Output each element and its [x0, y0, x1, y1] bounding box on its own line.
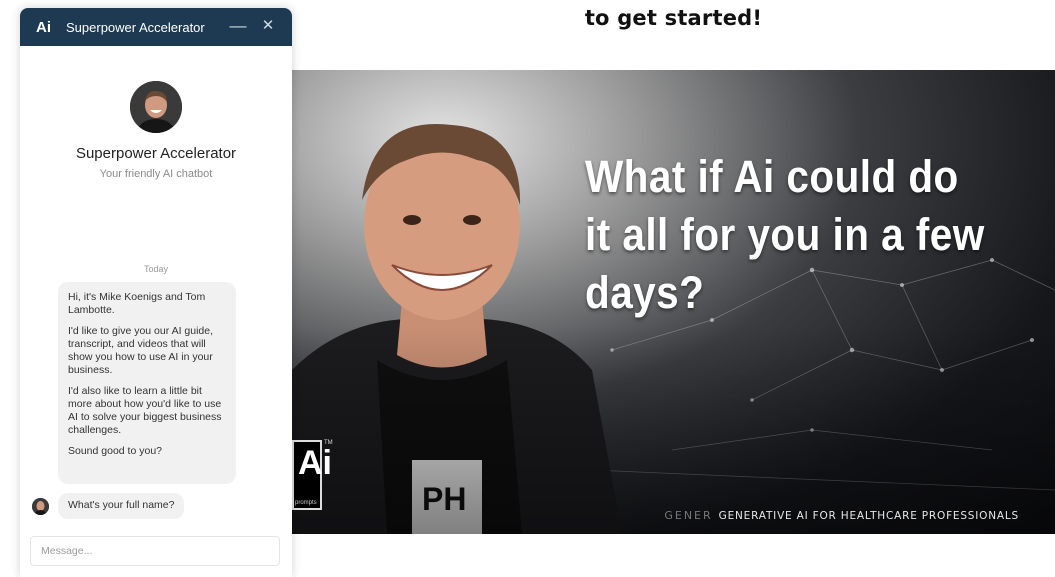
chat-title: Superpower Accelerator: [66, 19, 205, 35]
tagline-faded: GENER: [664, 509, 713, 522]
trademark-mark: TM: [324, 440, 333, 446]
date-separator: Today: [143, 264, 169, 274]
page-heading: to get started!: [584, 6, 763, 30]
chat-widget: Ai Superpower Accelerator — ✕ Superpower…: [20, 8, 292, 577]
close-button[interactable]: ✕: [258, 16, 278, 36]
video-headline: What if Ai could do it all for you in a …: [585, 151, 985, 318]
bot-subtitle: Your friendly AI chatbot: [99, 168, 213, 180]
bot-mini-avatar: [32, 498, 49, 515]
ai-logo-icon: Ai: [36, 18, 51, 36]
bot-profile: Superpower Accelerator Your friendly AI …: [20, 81, 292, 180]
video-bottom-area: [292, 534, 1055, 577]
message-paragraph: Sound good to you?: [68, 445, 162, 457]
bot-name: Superpower Accelerator: [75, 145, 237, 162]
message-paragraph: I'd also like to learn a little bit more…: [68, 385, 222, 436]
bot-question: What's your full name?: [58, 493, 185, 519]
badge-caption: prompts: [295, 500, 317, 506]
message-input[interactable]: [30, 536, 280, 566]
minimize-button[interactable]: —: [228, 16, 248, 36]
chat-header: Ai Superpower Accelerator — ✕: [20, 8, 292, 46]
message-paragraph: I'd like to give you our AI guide, trans…: [68, 325, 214, 376]
tagline-text: GENERATIVE AI FOR HEALTHCARE PROFESSIONA…: [718, 510, 1019, 522]
ai-logo-badge: Ai prompts: [292, 440, 332, 510]
message-paragraph: Hi, it's Mike Koenigs and Tom Lambotte.: [68, 291, 206, 316]
video-tagline: GENER GENERATIVE AI FOR HEALTHCARE PROFES…: [664, 509, 1019, 522]
video-banner[interactable]: PH What if Ai could do it all for you in…: [292, 70, 1055, 534]
bot-message: Hi, it's Mike Koenigs and Tom Lambotte. …: [58, 282, 236, 484]
badge-letters: Ai: [298, 444, 332, 482]
bot-avatar: [130, 81, 182, 133]
